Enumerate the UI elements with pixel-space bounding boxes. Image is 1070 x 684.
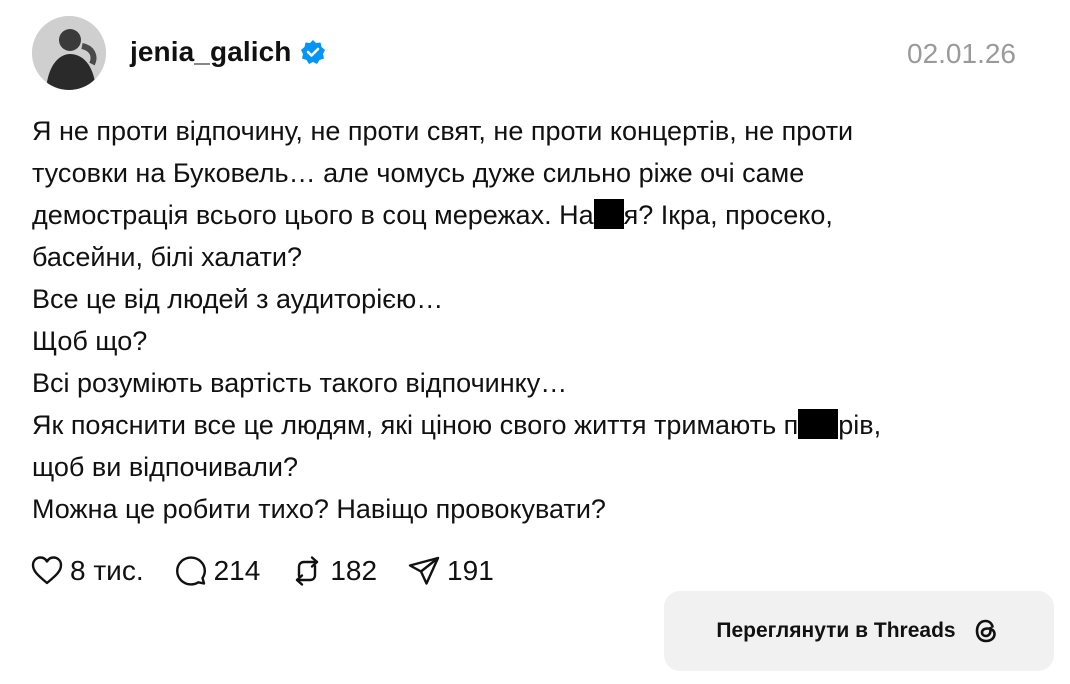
post-line: Я не проти відпочину, не проти свят, не … xyxy=(32,116,854,146)
threads-logo-icon xyxy=(975,619,996,643)
post-line: Щоб що? xyxy=(32,326,148,356)
post-line-segment: Як пояснити все це людям, які ціною свог… xyxy=(32,410,799,440)
view-in-threads-label: Переглянути в Threads xyxy=(716,619,956,642)
view-in-threads-button[interactable]: Переглянути в Threads xyxy=(664,591,1054,671)
post-line-segment: рів, xyxy=(838,410,882,440)
post-line-segment: демострація всього цього в соц мережах. … xyxy=(32,200,594,230)
comment-button[interactable]: 214 xyxy=(174,554,261,588)
comment-icon xyxy=(175,556,206,586)
share-button[interactable]: 191 xyxy=(407,554,494,588)
post-line: щоб ви відпочивали? xyxy=(32,452,299,482)
redaction-block xyxy=(798,409,839,439)
post-line: Як пояснити все це людям, які ціною свог… xyxy=(32,404,1032,446)
comment-count: 214 xyxy=(213,555,261,586)
post-metrics: 8 тис. 214 182 191 xyxy=(30,554,494,588)
post-line: Все це від людей з аудиторією… xyxy=(32,284,444,314)
verified-badge-icon xyxy=(300,39,326,65)
post-body: Я не проти відпочину, не проти свят, не … xyxy=(32,110,1032,530)
avatar-image xyxy=(32,16,106,90)
share-count: 191 xyxy=(447,555,494,586)
post-line: Можна це робити тихо? Навіщо провокувати… xyxy=(32,494,606,524)
avatar[interactable] xyxy=(32,16,106,90)
like-count: 8 тис. xyxy=(70,555,144,586)
username[interactable]: jenia_galich xyxy=(130,36,292,68)
post-header: jenia_galich 02.01.26 xyxy=(32,16,1018,92)
repost-icon xyxy=(296,556,319,586)
like-button[interactable]: 8 тис. xyxy=(30,554,144,588)
post-line: басейни, білі халати? xyxy=(32,242,303,272)
redaction-block xyxy=(593,199,624,229)
repost-count: 182 xyxy=(330,555,378,586)
send-icon xyxy=(408,556,440,585)
username-row: jenia_galich xyxy=(130,36,326,68)
heart-icon xyxy=(31,556,63,585)
post-line-segment: я? Ікра, просеко, xyxy=(623,200,833,230)
post-line: Всі розуміють вартість такого відпочинку… xyxy=(32,368,568,398)
post-line: демострація всього цього в соц мережах. … xyxy=(32,194,1032,236)
post-line: тусовки на Буковель… але чомусь дуже сил… xyxy=(32,158,805,188)
repost-button[interactable]: 182 xyxy=(290,554,377,588)
post-date: 02.01.26 xyxy=(907,38,1016,69)
